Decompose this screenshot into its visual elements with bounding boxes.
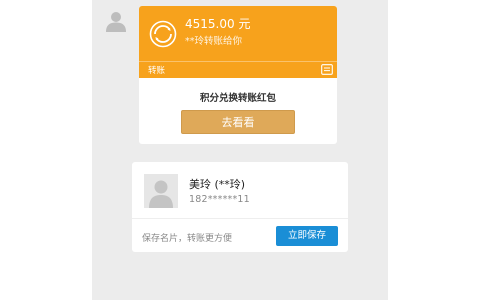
contact-card[interactable]: 美玲 (**玲) 182******11 保存名片，转账更方便 立即保存 — [132, 162, 348, 252]
save-contact-hint: 保存名片，转账更方便 — [142, 234, 233, 244]
wallet-icon — [321, 64, 333, 75]
transfer-subtitle: **玲转账给你 — [185, 36, 243, 47]
transfer-header[interactable]: 4515.00 元 **玲转账给你 转账 — [139, 6, 337, 78]
transfer-amount: 4515.00 元 — [185, 17, 251, 31]
transfer-label: 转账 — [148, 66, 166, 76]
contact-name: 美玲 (**玲) — [189, 178, 246, 191]
default-avatar-icon — [144, 174, 178, 208]
promo-section: 积分兑换转账红包 去看看 — [139, 78, 337, 144]
save-now-button[interactable]: 立即保存 — [276, 226, 338, 246]
transfer-message-card[interactable]: 4515.00 元 **玲转账给你 转账 积分兑换转账红包 去看看 — [139, 6, 337, 144]
go-see-button[interactable]: 去看看 — [181, 110, 295, 134]
contact-avatar — [144, 174, 178, 208]
transfer-exchange-icon — [149, 20, 177, 48]
sender-avatar[interactable] — [104, 8, 128, 32]
promo-title: 积分兑换转账红包 — [199, 93, 276, 104]
contact-phone: 182******11 — [189, 194, 250, 205]
default-avatar-icon — [104, 8, 128, 32]
divider — [132, 218, 348, 219]
